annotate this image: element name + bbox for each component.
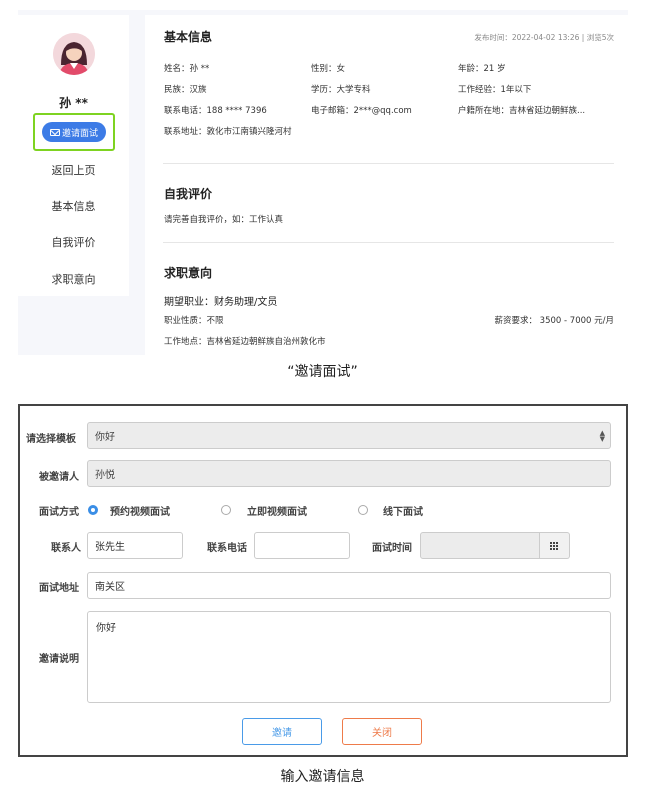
radio-offline[interactable] [358, 505, 368, 515]
contact-value: 张先生 [95, 542, 125, 553]
radio-instant-video-label[interactable]: 立即视频面试 [247, 503, 307, 518]
note-textarea[interactable]: 你好 [87, 611, 611, 703]
address-input[interactable]: 南关区 [87, 572, 611, 599]
nav-basic-info[interactable]: 基本信息 [18, 198, 129, 214]
resume-view: 孙 ** 邀请面试 返回上页 基本信息 自我评价 求职意向 基本信息 发布时间：… [18, 10, 628, 355]
divider [163, 163, 614, 164]
close-button[interactable]: 关闭 [342, 718, 422, 745]
invitee-field: 孙悦 [87, 460, 611, 487]
self-eval-title: 自我评价 [164, 187, 213, 201]
field-phone: 联系电话：188 **** 7396 [164, 106, 267, 116]
note-label: 邀请说明 [39, 654, 79, 665]
divider [163, 242, 614, 243]
invitee-label: 被邀请人 [39, 472, 79, 483]
calendar-grid-icon [550, 541, 559, 550]
field-experience: 工作经验：1年以下 [458, 85, 532, 95]
field-gender: 性别：女 [311, 64, 346, 74]
intention-nature: 职业性质：不限 [164, 316, 224, 326]
invite-highlight: 邀请面试 [33, 113, 115, 151]
basic-info-title: 基本信息 [164, 30, 213, 44]
nav-back[interactable]: 返回上页 [18, 162, 129, 178]
profile-sidebar: 孙 ** 邀请面试 返回上页 基本信息 自我评价 求职意向 [18, 15, 129, 296]
resume-main: 基本信息 发布时间：2022-04-02 13:26 | 浏览5次 姓名：孙 *… [145, 15, 628, 355]
template-value: 你好 [95, 432, 115, 443]
caption-top: “邀请面试” [287, 364, 358, 380]
avatar-icon [53, 33, 95, 75]
template-select[interactable]: 你好 ▲ ▼ [87, 422, 611, 449]
address-label: 面试地址 [39, 583, 79, 594]
self-eval-text: 请完善自我评价，如：工作认真 [164, 215, 284, 225]
radio-scheduled-video-label[interactable]: 预约视频面试 [110, 503, 170, 518]
intention-location: 工作地点：吉林省延边朝鲜族自治州敦化市 [164, 337, 326, 347]
envelope-icon [49, 128, 60, 136]
template-label: 请选择模板 [26, 434, 76, 445]
radio-offline-label[interactable]: 线下面试 [383, 503, 423, 518]
method-label: 面试方式 [39, 507, 79, 518]
intention-job: 期望职业：财务助理/文员 [164, 297, 278, 308]
contact-input[interactable]: 张先生 [87, 532, 183, 559]
intention-salary: 薪资要求： 3500 - 7000 元/月 [494, 316, 614, 326]
field-ethnicity: 民族：汉族 [164, 85, 207, 95]
radio-instant-video[interactable] [221, 505, 231, 515]
field-email: 电子邮箱：2***@qq.com [311, 106, 412, 116]
note-value: 你好 [96, 623, 116, 634]
calendar-button[interactable] [540, 532, 570, 559]
contact-label: 联系人 [51, 543, 81, 554]
field-education: 学历：大学专科 [311, 85, 371, 95]
caret-updown-icon: ▲ ▼ [599, 429, 605, 443]
radio-scheduled-video[interactable] [88, 505, 98, 515]
field-hukou: 户籍所在地：吉林省延边朝鲜族... [458, 106, 586, 116]
field-age: 年龄：21 岁 [458, 64, 506, 74]
caption-bottom: 输入邀请信息 [280, 769, 365, 785]
invitee-value: 孙悦 [95, 470, 115, 481]
candidate-name: 孙 ** [59, 96, 88, 110]
field-name: 姓名：孙 ** [164, 64, 210, 74]
intention-title: 求职意向 [164, 266, 213, 280]
time-input[interactable] [420, 532, 540, 559]
invite-interview-label: 邀请面试 [61, 128, 98, 139]
field-address: 联系地址：敦化市江南镇兴隆河村 [164, 127, 292, 137]
publish-meta: 发布时间：2022-04-02 13:26 | 浏览5次 [474, 33, 614, 42]
invite-button[interactable]: 邀请 [242, 718, 322, 745]
phone-label: 联系电话 [207, 543, 247, 554]
time-label: 面试时间 [372, 543, 412, 554]
phone-input[interactable] [254, 532, 350, 559]
nav-intention[interactable]: 求职意向 [18, 271, 129, 287]
invite-form-dialog: 请选择模板 你好 ▲ ▼ 被邀请人 孙悦 面试方式 预约视频面试 立即视频面试 线… [18, 404, 628, 757]
invite-interview-button[interactable]: 邀请面试 [42, 122, 106, 142]
address-value: 南关区 [95, 582, 125, 593]
nav-self-eval[interactable]: 自我评价 [18, 234, 129, 250]
